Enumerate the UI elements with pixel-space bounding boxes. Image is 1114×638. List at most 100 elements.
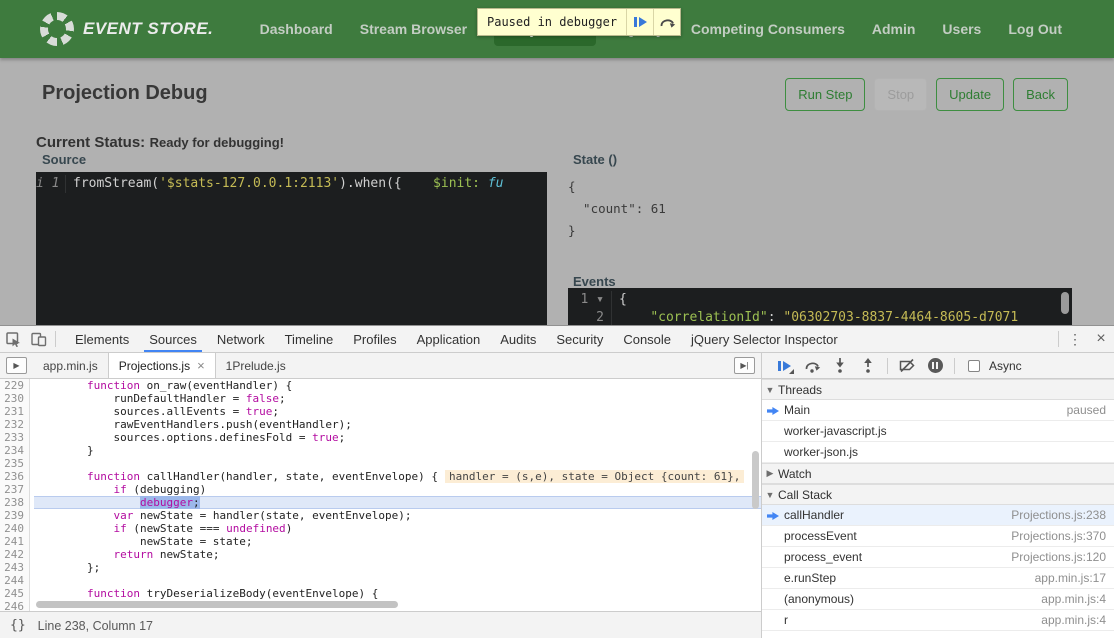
section-title: Watch (778, 467, 812, 481)
thread-row-main[interactable]: Main paused (762, 400, 1114, 421)
paused-tooltip-label: Paused in debugger (478, 9, 626, 35)
device-toolbar-icon[interactable] (26, 326, 52, 352)
tab-network[interactable]: Network (207, 326, 275, 352)
async-checkbox[interactable] (968, 360, 980, 372)
nav-item-log-out[interactable]: Log Out (1008, 21, 1062, 37)
pause-on-exceptions-icon (928, 358, 943, 373)
update-button[interactable]: Update (936, 78, 1004, 111)
tab-console[interactable]: Console (613, 326, 681, 352)
show-details-pane-icon[interactable]: ▶| (734, 357, 755, 374)
horizontal-scrollbar-thumb[interactable] (36, 601, 398, 608)
toolbar-divider (887, 358, 888, 374)
call-stack-frame[interactable]: process_event Projections.js:120 (762, 547, 1114, 568)
file-tab-1prelude-js[interactable]: 1Prelude.js (216, 353, 296, 378)
projection-debug-page: Projection Debug Run Step Stop Update Ba… (0, 58, 1114, 325)
tab-audits[interactable]: Audits (490, 326, 546, 352)
frame-location: app.min.js:4 (1041, 592, 1106, 606)
source-editor[interactable]: i 1fromStream('$stats-127.0.0.1:2113').w… (36, 172, 547, 325)
tab-elements[interactable]: Elements (65, 326, 139, 352)
page-title: Projection Debug (42, 82, 208, 105)
current-status-value: Ready for debugging! (150, 135, 284, 150)
page-actions: Run Step Stop Update Back (785, 78, 1068, 111)
call-stack-frame[interactable]: r app.min.js:4 (762, 610, 1114, 631)
frame-location: Projections.js:238 (1011, 508, 1106, 522)
file-tab-app-min-js[interactable]: app.min.js (33, 353, 108, 378)
step-over-icon (659, 15, 676, 29)
frame-location: app.min.js:17 (1035, 571, 1106, 585)
nav-item-stream-browser[interactable]: Stream Browser (360, 21, 467, 37)
frame-name: r (784, 613, 788, 627)
screen: EVENT STORE. Dashboard Stream Browser Pr… (0, 0, 1114, 638)
resume-script-button[interactable] (772, 353, 796, 378)
sources-pane: ▶ app.min.js Projections.js × 1Prelude.j… (0, 353, 762, 638)
tab-sources[interactable]: Sources (139, 326, 207, 352)
tab-profiles[interactable]: Profiles (343, 326, 406, 352)
frame-name: process_event (784, 550, 862, 564)
watch-section-header[interactable]: ▶ Watch (762, 463, 1114, 484)
step-into-button[interactable] (828, 353, 852, 378)
pause-on-exceptions-button[interactable] (923, 353, 947, 378)
stop-button[interactable]: Stop (874, 78, 927, 111)
frame-name: callHandler (784, 508, 844, 522)
call-stack-section-header[interactable]: ▼ Call Stack (762, 484, 1114, 505)
paused-in-debugger-tooltip: Paused in debugger (477, 8, 681, 36)
inspect-element-icon[interactable] (0, 326, 26, 352)
top-navbar: EVENT STORE. Dashboard Stream Browser Pr… (0, 0, 1114, 58)
step-over-button[interactable] (800, 353, 824, 378)
section-title: Call Stack (778, 488, 832, 502)
close-file-tab-icon[interactable]: × (197, 358, 205, 373)
call-stack-frame[interactable]: (anonymous) app.min.js:4 (762, 589, 1114, 610)
back-button[interactable]: Back (1013, 78, 1068, 111)
devtools-toolbar: Elements Sources Network Timeline Profil… (0, 326, 1114, 353)
tab-jquery-selector-inspector[interactable]: jQuery Selector Inspector (681, 326, 848, 352)
cursor-position: Line 238, Column 17 (38, 619, 153, 633)
step-over-icon (804, 359, 821, 373)
eventstore-logo-icon (40, 12, 74, 46)
vertical-scrollbar-thumb[interactable] (752, 451, 759, 509)
step-into-icon (834, 357, 846, 374)
brand[interactable]: EVENT STORE. (40, 12, 213, 46)
events-editor[interactable]: 1 ▾{2 "correlationId": "06302703-8837-44… (568, 288, 1072, 325)
tab-timeline[interactable]: Timeline (275, 326, 344, 352)
tab-application[interactable]: Application (407, 326, 491, 352)
resume-icon (778, 360, 791, 372)
async-label: Async (989, 359, 1022, 373)
tab-security[interactable]: Security (546, 326, 613, 352)
call-stack-frame[interactable]: processEvent Projections.js:370 (762, 526, 1114, 547)
devtools-tabs: Elements Sources Network Timeline Profil… (65, 326, 848, 352)
nav-item-dashboard[interactable]: Dashboard (260, 21, 333, 37)
nav-item-competing-consumers[interactable]: Competing Consumers (691, 21, 845, 37)
call-stack-frame[interactable]: callHandler Projections.js:238 (762, 505, 1114, 526)
close-devtools-icon[interactable]: × (1088, 326, 1114, 352)
show-navigator-icon[interactable]: ▶ (6, 357, 27, 374)
file-tab-label: app.min.js (43, 359, 98, 373)
run-step-button[interactable]: Run Step (785, 78, 865, 111)
resume-script-button[interactable] (626, 9, 653, 35)
nav-item-admin[interactable]: Admin (872, 21, 916, 37)
state-panel-label: State () (573, 152, 617, 167)
more-options-icon[interactable]: ⋮ (1062, 326, 1088, 352)
nav-item-users[interactable]: Users (942, 21, 981, 37)
threads-section-header[interactable]: ▼ Threads (762, 379, 1114, 400)
chevron-right-icon: ▶ (762, 468, 778, 479)
brand-text: EVENT STORE. (83, 19, 213, 39)
code-lines: 229 function on_raw(eventHandler) {230 r… (0, 379, 761, 611)
frame-location: Projections.js:120 (1011, 550, 1106, 564)
events-panel-label: Events (573, 274, 616, 289)
step-out-button[interactable] (856, 353, 880, 378)
thread-row-worker-javascript[interactable]: worker-javascript.js (762, 421, 1114, 442)
file-tab-projections-js[interactable]: Projections.js × (108, 353, 216, 378)
call-stack-frame[interactable]: e.runStep app.min.js:17 (762, 568, 1114, 589)
file-tab-label: 1Prelude.js (226, 359, 286, 373)
chevron-down-icon: ▼ (762, 490, 778, 500)
thread-name: worker-javascript.js (784, 424, 887, 438)
events-scrollbar-thumb[interactable] (1061, 292, 1069, 314)
debugger-sidebar: Async ▼ Threads Main paused worker-javas… (762, 353, 1114, 638)
thread-name: worker-json.js (784, 445, 858, 459)
thread-row-worker-json[interactable]: worker-json.js (762, 442, 1114, 463)
deactivate-breakpoints-button[interactable] (895, 353, 919, 378)
code-editor[interactable]: 229 function on_raw(eventHandler) {230 r… (0, 379, 761, 611)
pretty-print-icon[interactable]: {} (10, 618, 26, 633)
step-over-button[interactable] (653, 9, 680, 35)
sources-statusbar: {} Line 238, Column 17 (0, 611, 761, 638)
